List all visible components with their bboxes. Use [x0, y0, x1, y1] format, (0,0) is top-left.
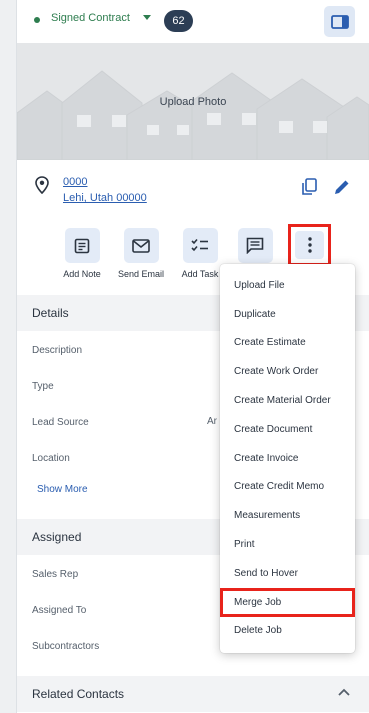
menu-item-create-invoice[interactable]: Create Invoice [220, 444, 355, 473]
send-email-button[interactable]: Send Email [111, 228, 171, 279]
add-note-button[interactable]: Add Note [52, 228, 112, 279]
send-email-icon-button[interactable] [123, 228, 159, 263]
send-email-label: Send Email [117, 269, 165, 279]
sales-rep-label: Sales Rep [32, 569, 79, 580]
message-icon-button[interactable] [237, 228, 273, 263]
description-label: Description [32, 345, 83, 356]
lead-source-value: Ar [207, 416, 217, 427]
left-rail [0, 0, 17, 713]
menu-item-send-to-hover[interactable]: Send to Hover [220, 559, 355, 588]
add-task-icon-button[interactable] [182, 228, 218, 263]
more-options-button[interactable] [295, 231, 324, 259]
copy-icon[interactable] [301, 178, 317, 196]
checklist-icon [191, 238, 208, 251]
status-dropdown[interactable]: Signed Contract [51, 12, 130, 24]
related-contacts-section-header[interactable]: Related Contacts [17, 676, 369, 712]
more-options-menu: Upload File Duplicate Create Estimate Cr… [220, 264, 355, 653]
caret-down-icon[interactable] [143, 15, 151, 20]
location-pin-icon [35, 176, 49, 194]
lead-source-label: Lead Source [32, 417, 89, 428]
add-note-label: Add Note [63, 269, 101, 279]
menu-item-create-estimate[interactable]: Create Estimate [220, 328, 355, 357]
upload-photo-label: Upload Photo [159, 96, 227, 108]
chevron-up-icon[interactable] [338, 688, 350, 696]
menu-item-print[interactable]: Print [220, 530, 355, 559]
subcontractors-label: Subcontractors [32, 641, 100, 652]
photo-upload-area[interactable]: Upload Photo [17, 43, 369, 160]
menu-item-merge-job[interactable]: Merge Job [220, 588, 355, 617]
location-label: Location [32, 453, 70, 464]
menu-item-upload-file[interactable]: Upload File [220, 271, 355, 300]
details-title: Details [32, 306, 69, 320]
count-badge: 62 [164, 10, 193, 32]
assigned-title: Assigned [32, 530, 82, 544]
menu-item-measurements[interactable]: Measurements [220, 501, 355, 530]
sidebar-panel-icon [330, 14, 349, 29]
add-note-icon-button[interactable] [64, 228, 100, 263]
menu-item-duplicate[interactable]: Duplicate [220, 300, 355, 329]
more-button-highlight [288, 224, 331, 266]
type-label: Type [32, 381, 54, 392]
menu-item-create-credit-memo[interactable]: Create Credit Memo [220, 472, 355, 501]
menu-item-delete-job[interactable]: Delete Job [220, 616, 355, 645]
message-icon [246, 237, 264, 254]
status-bar: Signed Contract 62 [17, 0, 369, 43]
show-more-link[interactable]: Show More [37, 484, 88, 495]
edit-pencil-icon[interactable] [333, 178, 351, 196]
menu-item-create-material-order[interactable]: Create Material Order [220, 386, 355, 415]
note-icon [74, 238, 90, 253]
status-dot [34, 17, 40, 23]
panel-toggle-button[interactable] [324, 6, 355, 37]
mail-icon [132, 238, 150, 253]
assigned-to-label: Assigned To [32, 605, 87, 616]
menu-item-create-work-order[interactable]: Create Work Order [220, 357, 355, 386]
menu-item-create-document[interactable]: Create Document [220, 415, 355, 444]
more-vertical-icon [307, 237, 312, 253]
message-button[interactable] [225, 228, 285, 263]
address-city-link[interactable]: Lehi, Utah 00000 [63, 192, 147, 204]
address-street-link[interactable]: 0000 [63, 176, 87, 188]
address-block: 0000 Lehi, Utah 00000 [17, 168, 369, 218]
related-contacts-title: Related Contacts [32, 687, 125, 701]
